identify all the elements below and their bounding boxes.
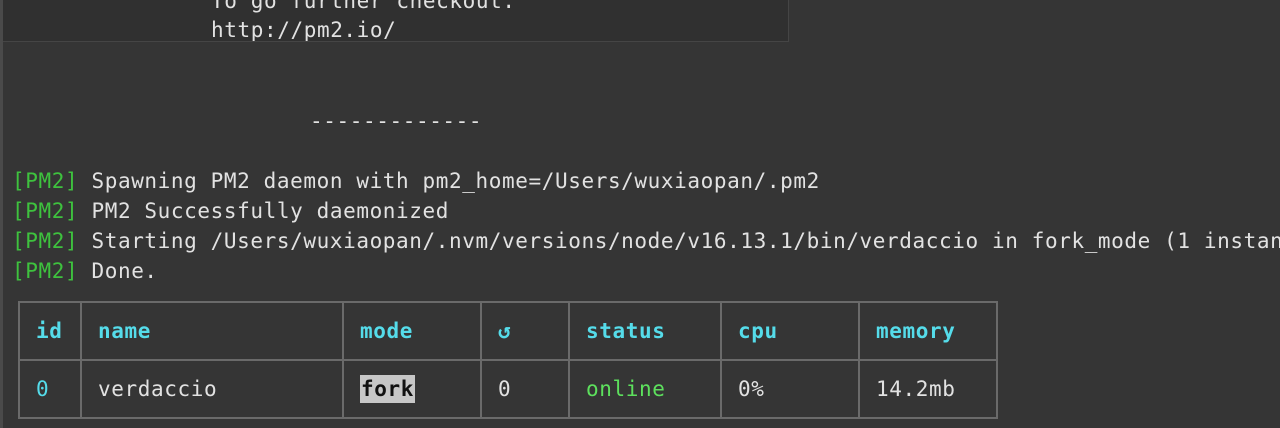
window-left-edge <box>0 0 3 428</box>
log-text: PM2 Successfully daemonized <box>78 199 450 223</box>
separator-line: ------------- <box>310 109 483 133</box>
cell-id: 0 <box>18 359 82 419</box>
banner-url: http://pm2.io/ <box>211 18 397 42</box>
table-header-row: id name mode ↺ status cpu memory <box>18 301 998 361</box>
log-line: [PM2] Done. <box>12 256 158 286</box>
cell-restart: 0 <box>480 359 570 419</box>
cell-name: verdaccio <box>80 359 344 419</box>
banner-checkout-text: To go further checkout: <box>211 0 516 13</box>
log-text: Done. <box>78 259 158 283</box>
mode-selection-highlight[interactable]: fork <box>360 375 415 403</box>
cell-status: online <box>568 359 722 419</box>
log-line: [PM2] Spawning PM2 daemon with pm2_home=… <box>12 166 820 196</box>
cell-cpu: 0% <box>720 359 860 419</box>
pm2-banner: To go further checkout: http://pm2.io/ <box>3 0 789 42</box>
header-status: status <box>568 301 722 361</box>
log-line: [PM2] Starting /Users/wuxiaopan/.nvm/ver… <box>12 226 1280 256</box>
header-restart-icon: ↺ <box>480 301 570 361</box>
header-id: id <box>18 301 82 361</box>
table-row: 0 verdaccio fork 0 online 0% 14.2mb <box>18 359 998 419</box>
cell-mode: fork <box>342 359 482 419</box>
header-memory: memory <box>858 301 998 361</box>
pm2-tag: [PM2] <box>12 259 79 283</box>
pm2-tag: [PM2] <box>12 229 79 253</box>
log-text: Starting /Users/wuxiaopan/.nvm/versions/… <box>78 229 1280 253</box>
header-cpu: cpu <box>720 301 860 361</box>
cell-memory: 14.2mb <box>858 359 998 419</box>
log-line: [PM2] PM2 Successfully daemonized <box>12 196 449 226</box>
pm2-tag: [PM2] <box>12 199 79 223</box>
pm2-tag: [PM2] <box>12 169 79 193</box>
process-table: id name mode ↺ status cpu memory 0 verda… <box>18 301 998 419</box>
header-name: name <box>80 301 344 361</box>
header-mode: mode <box>342 301 482 361</box>
log-text: Spawning PM2 daemon with pm2_home=/Users… <box>78 169 820 193</box>
